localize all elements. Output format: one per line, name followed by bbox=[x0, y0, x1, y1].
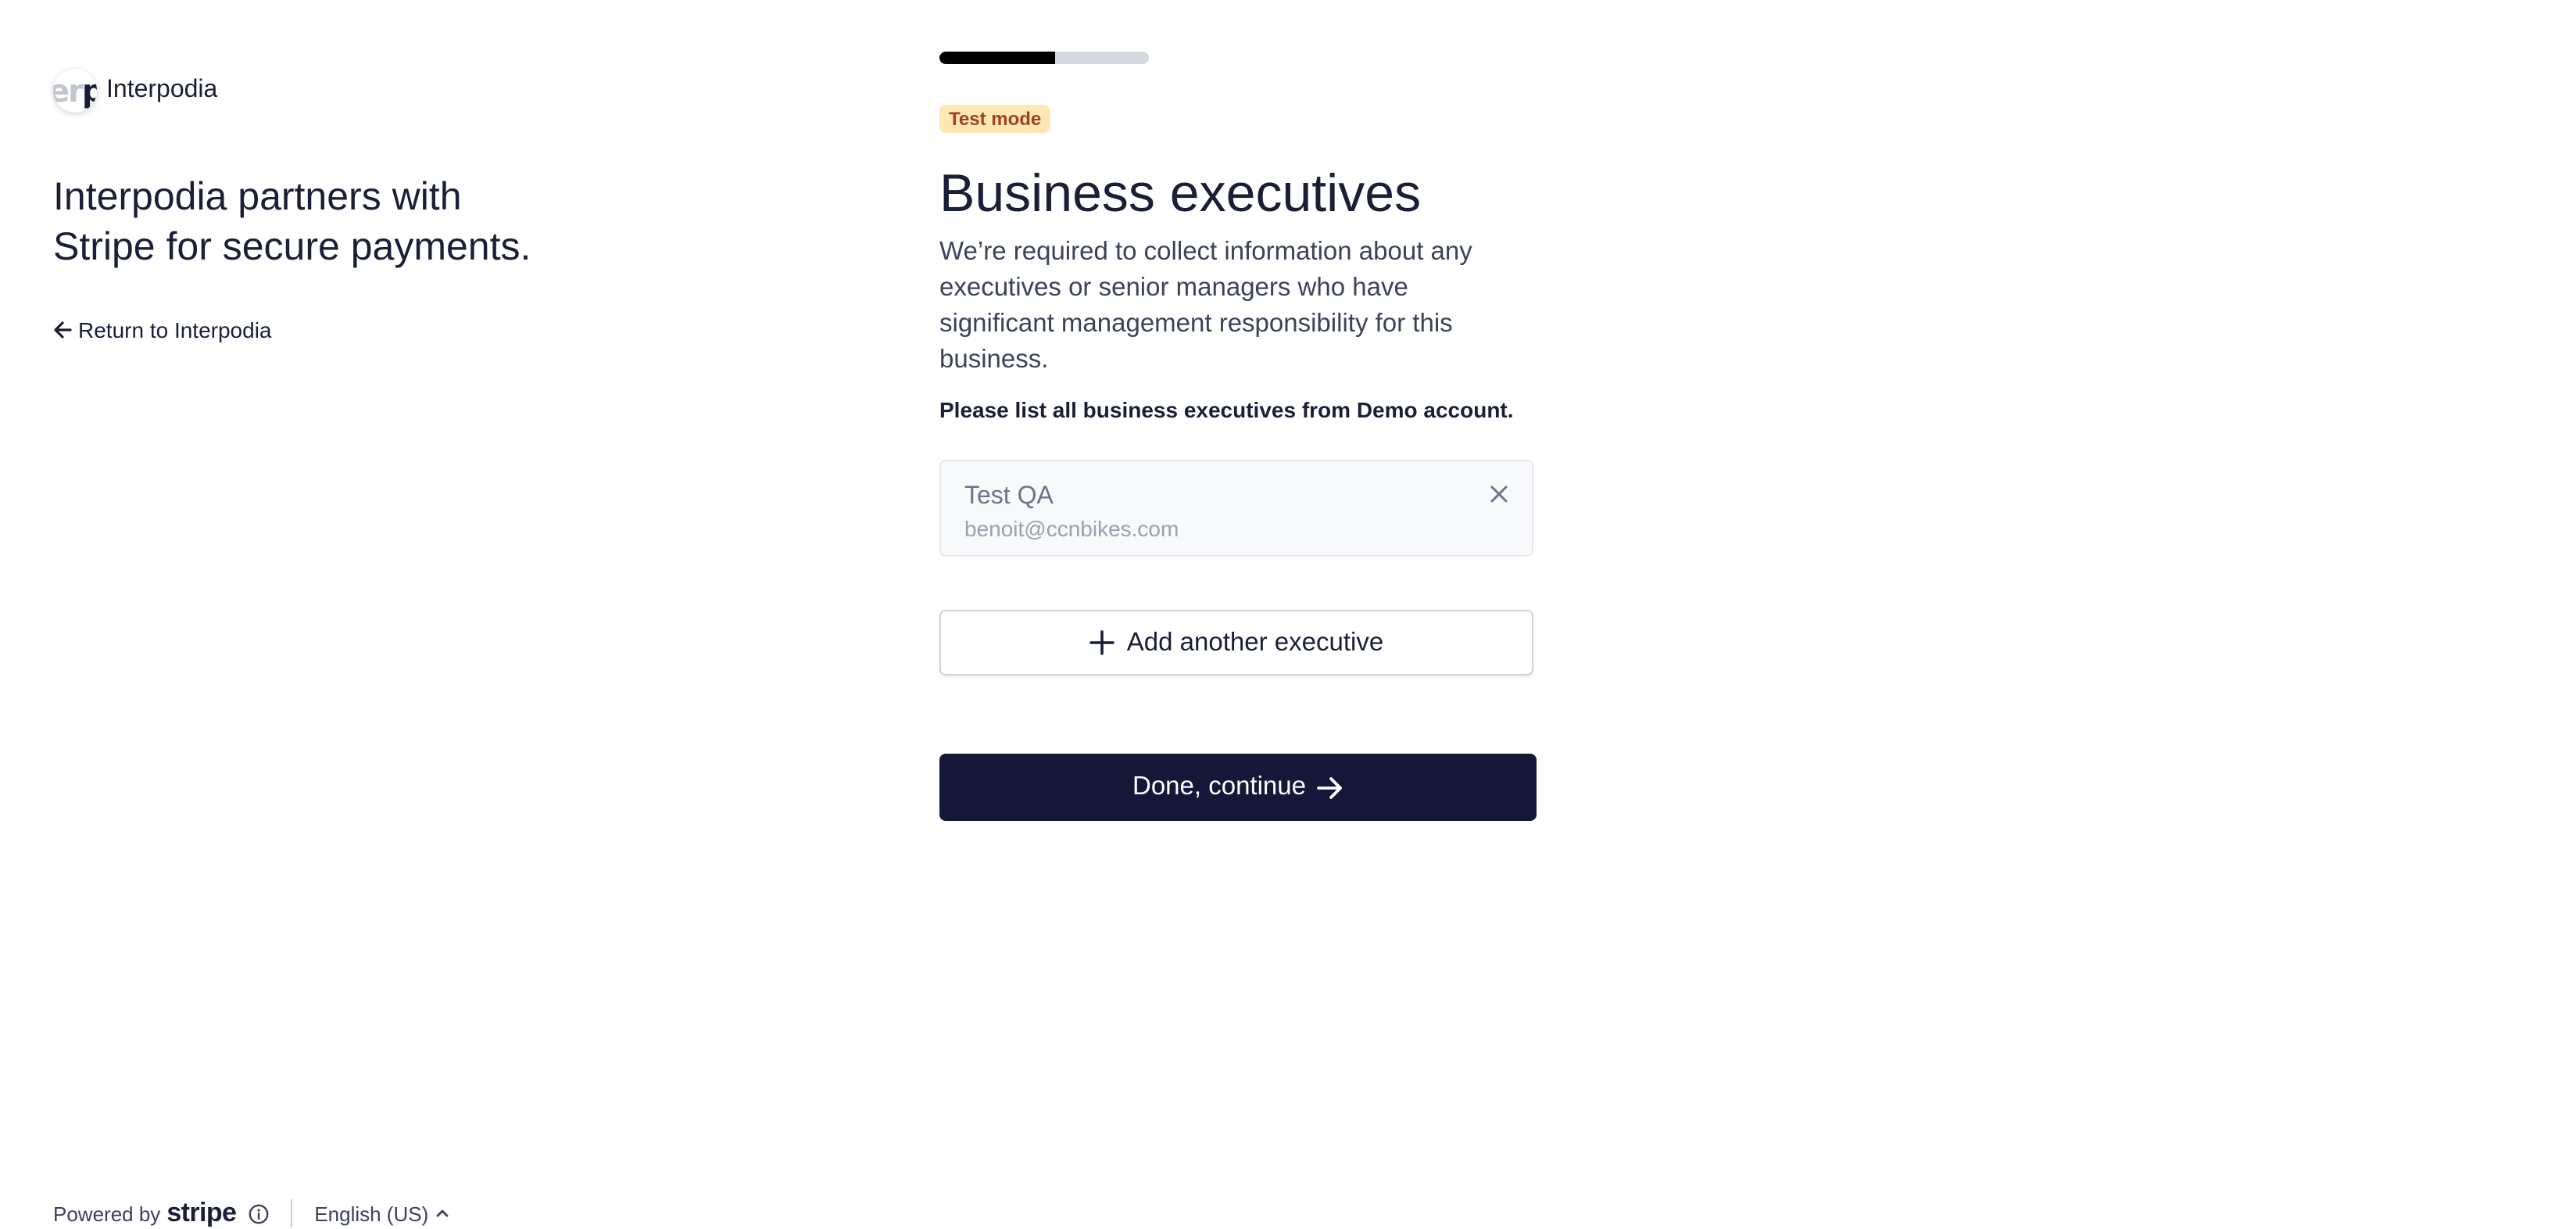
brand-logo-text-dark: p bbox=[82, 69, 97, 113]
plus-icon bbox=[1089, 630, 1114, 655]
add-executive-label: Add another executive bbox=[1126, 628, 1384, 656]
test-mode-badge: Test mode bbox=[939, 105, 1051, 133]
brand-name: Interpodia bbox=[106, 77, 218, 103]
return-link-label: Return to Interpodia bbox=[78, 317, 272, 342]
page-title: Business executives bbox=[939, 164, 1422, 224]
chevron-up-icon bbox=[436, 1209, 449, 1217]
executive-card[interactable]: Test QA benoit@ccnbikes.com bbox=[939, 460, 1533, 557]
arrow-right-icon bbox=[1316, 776, 1341, 798]
continue-button[interactable]: Done, continue bbox=[939, 754, 1537, 821]
progress-bar bbox=[939, 52, 1149, 64]
arrow-left-icon bbox=[54, 321, 72, 339]
language-label: English (US) bbox=[314, 1202, 429, 1225]
close-icon[interactable] bbox=[1488, 483, 1510, 505]
page-description: We’re required to collect information ab… bbox=[939, 238, 1472, 374]
brand-logo-text-fade: er bbox=[53, 72, 84, 109]
return-link[interactable]: Return to Interpodia bbox=[53, 317, 272, 342]
executive-name: Test QA bbox=[964, 483, 1054, 510]
executives-instruction: Please list all business executives from… bbox=[939, 397, 1514, 422]
powered-by-label: Powered by bbox=[53, 1202, 161, 1225]
brand-header: erp Interpodia bbox=[53, 69, 217, 113]
continue-label: Done, continue bbox=[1132, 772, 1306, 801]
executive-email: benoit@ccnbikes.com bbox=[964, 516, 1179, 541]
add-executive-button[interactable]: Add another executive bbox=[939, 610, 1533, 675]
footer-divider bbox=[291, 1199, 293, 1227]
brand-tagline: Interpodia partners with Stripe for secu… bbox=[53, 175, 531, 269]
progress-bar-fill bbox=[939, 52, 1055, 64]
footer: Powered by stripe English (US) bbox=[53, 1198, 450, 1229]
language-selector[interactable]: English (US) bbox=[314, 1202, 450, 1225]
stripe-logo[interactable]: stripe bbox=[166, 1198, 237, 1229]
info-icon[interactable] bbox=[249, 1203, 269, 1224]
brand-logo: erp bbox=[53, 69, 97, 113]
onboarding-page: erp Interpodia Interpodia partners with … bbox=[0, 0, 2576, 1227]
